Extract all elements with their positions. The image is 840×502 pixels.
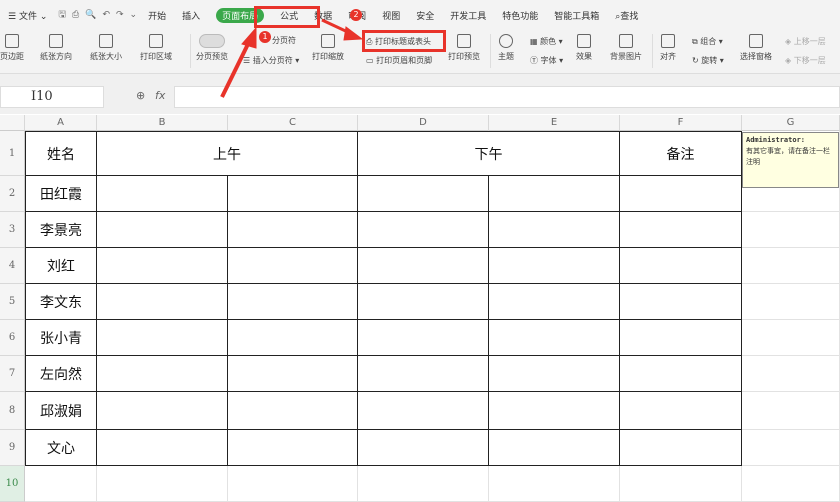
annotation-arrows (220, 18, 364, 98)
arrow-1-shaft (220, 39, 252, 98)
arrow-1-head (241, 26, 257, 49)
arrow-2-head (343, 26, 364, 41)
